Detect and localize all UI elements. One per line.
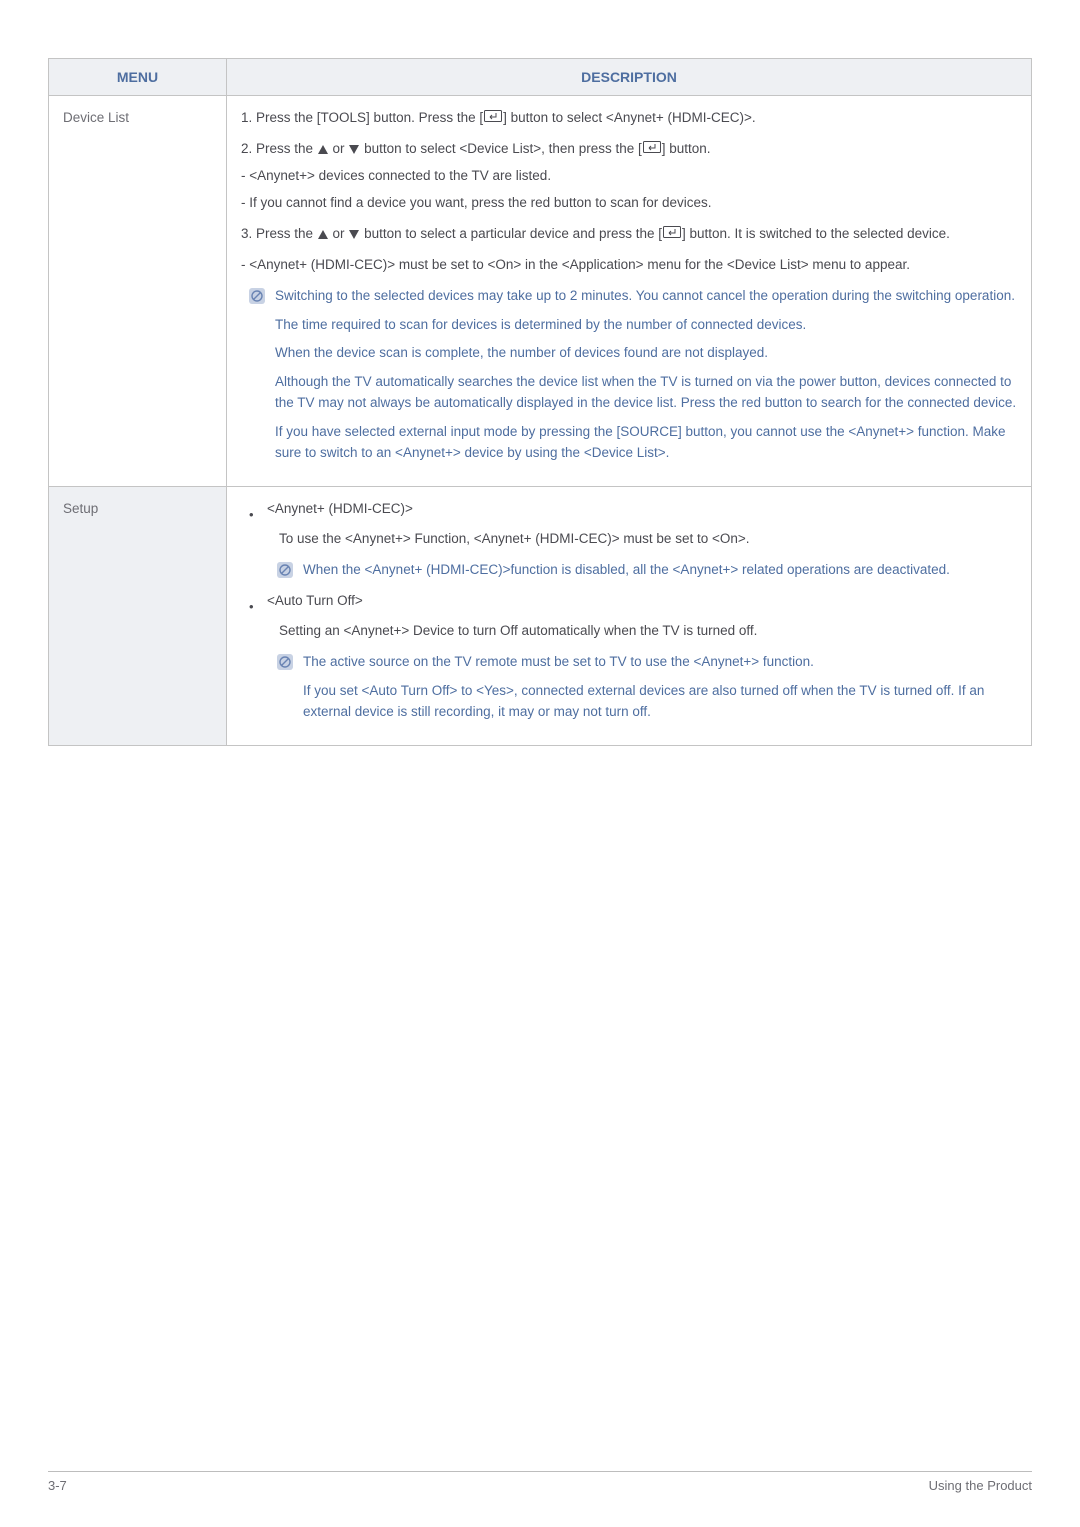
bullet-sub: Setting an <Anynet+> Device to turn Off … (279, 621, 1017, 642)
enter-icon (643, 139, 661, 160)
note-icon (249, 288, 265, 304)
table-header-row: MENU DESCRIPTION (49, 59, 1032, 96)
arrow-down-icon (349, 145, 359, 154)
step-3: 3. Press the or button to select a parti… (241, 224, 1017, 245)
bullet-item: • <Auto Turn Off> (249, 591, 1017, 617)
note-text: Switching to the selected devices may ta… (275, 286, 1017, 307)
note-item: Switching to the selected devices may ta… (249, 286, 1017, 307)
description-setup: • <Anynet+ (HDMI-CEC)> To use the <Anyne… (227, 487, 1032, 746)
bullet-dot-icon: • (249, 597, 255, 617)
arrow-up-icon (318, 230, 328, 239)
enter-icon (484, 108, 502, 129)
note-text: Although the TV automatically searches t… (275, 372, 1017, 414)
step-2: 2. Press the or button to select <Device… (241, 139, 1017, 160)
step-2-sub2: - If you cannot find a device you want, … (241, 193, 1017, 214)
header-description: DESCRIPTION (227, 59, 1032, 96)
menu-device-list: Device List (49, 96, 227, 487)
table-row: Device List 1. Press the [TOOLS] button.… (49, 96, 1032, 487)
note-text: If you set <Auto Turn Off> to <Yes>, con… (303, 681, 1017, 723)
step-2-sub1: - <Anynet+> devices connected to the TV … (241, 166, 1017, 187)
arrow-up-icon (318, 145, 328, 154)
bullet-title: <Anynet+ (HDMI-CEC)> (267, 499, 1017, 520)
bullet-item: • <Anynet+ (HDMI-CEC)> (249, 499, 1017, 525)
note-text: If you have selected external input mode… (275, 422, 1017, 464)
note-text: The time required to scan for devices is… (275, 315, 1017, 336)
menu-setup: Setup (49, 487, 227, 746)
header-menu: MENU (49, 59, 227, 96)
menu-description-table: MENU DESCRIPTION Device List 1. Press th… (48, 58, 1032, 746)
note-icon (277, 654, 293, 670)
bullet-sub: To use the <Anynet+> Function, <Anynet+ … (279, 529, 1017, 550)
step-1: 1. Press the [TOOLS] button. Press the [… (241, 108, 1017, 129)
bullet-dot-icon: • (249, 505, 255, 525)
note-text: The active source on the TV remote must … (303, 652, 1017, 673)
bullet-title: <Auto Turn Off> (267, 591, 1017, 612)
enter-icon (663, 224, 681, 245)
note-text: When the <Anynet+ (HDMI-CEC)>function is… (303, 560, 1017, 581)
step-3-sub: - <Anynet+ (HDMI-CEC)> must be set to <O… (241, 255, 1017, 276)
note-icon (277, 562, 293, 578)
note-item: The active source on the TV remote must … (277, 652, 1017, 673)
page-footer: 3-7 Using the Product (48, 1471, 1032, 1493)
note-text: When the device scan is complete, the nu… (275, 343, 1017, 364)
footer-section-title: Using the Product (929, 1478, 1032, 1493)
arrow-down-icon (349, 230, 359, 239)
footer-page-number: 3-7 (48, 1478, 67, 1493)
description-device-list: 1. Press the [TOOLS] button. Press the [… (227, 96, 1032, 487)
table-row: Setup • <Anynet+ (HDMI-CEC)> To use the … (49, 487, 1032, 746)
note-item: When the <Anynet+ (HDMI-CEC)>function is… (277, 560, 1017, 581)
